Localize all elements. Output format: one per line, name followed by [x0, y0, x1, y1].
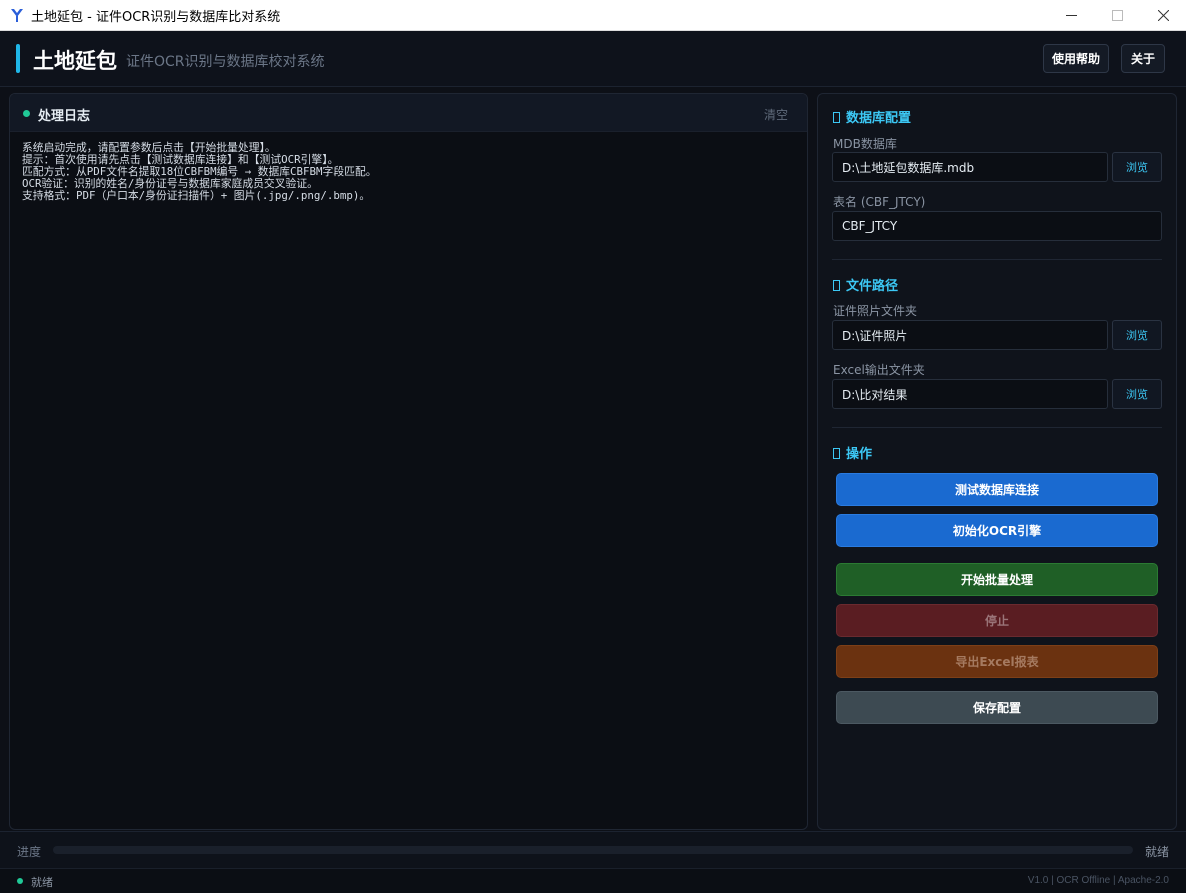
photo-folder-input[interactable]: D:\证件照片 — [832, 320, 1108, 350]
progress-label: 进度 — [17, 845, 42, 859]
section-divider — [832, 427, 1162, 428]
db-section-title: 数据库配置 — [833, 107, 911, 126]
stop-button[interactable]: 停止 — [836, 604, 1158, 637]
section-divider — [832, 259, 1162, 260]
section-square-icon — [833, 280, 840, 291]
status-bar: 就绪 V1.0 | OCR Offline | Apache-2.0 — [0, 868, 1186, 893]
status-text: 就绪 — [31, 876, 53, 889]
save-config-button[interactable]: 保存配置 — [836, 691, 1158, 724]
config-panel: 数据库配置 MDB数据库 D:\土地延包数据库.mdb 浏览 表名 (CBF_J… — [817, 93, 1177, 830]
clear-log-button[interactable]: 清空 — [764, 106, 788, 123]
section-square-icon — [833, 112, 840, 123]
ops-section-title: 操作 — [833, 443, 872, 462]
excel-browse-button[interactable]: 浏览 — [1112, 379, 1162, 409]
log-title: 处理日志 — [38, 109, 91, 124]
db-section-label: 数据库配置 — [846, 111, 912, 126]
app-logo-icon — [11, 9, 23, 22]
app-name: 土地延包 — [33, 49, 117, 73]
section-square-icon — [833, 448, 840, 459]
excel-folder-label: Excel输出文件夹 — [833, 363, 925, 377]
close-icon[interactable] — [1140, 0, 1186, 31]
app-subtitle: 证件OCR识别与数据库校对系统 — [126, 54, 325, 70]
help-button[interactable]: 使用帮助 — [1043, 44, 1109, 73]
status-dot — [17, 878, 23, 884]
export-excel-button[interactable]: 导出Excel报表 — [836, 645, 1158, 678]
photo-folder-label: 证件照片文件夹 — [833, 304, 918, 318]
table-name-input[interactable]: CBF_JTCY — [832, 211, 1162, 241]
table-name-label: 表名 (CBF_JTCY) — [833, 195, 926, 209]
mdb-path-input[interactable]: D:\土地延包数据库.mdb — [832, 152, 1108, 182]
version-info: V1.0 | OCR Offline | Apache-2.0 — [1027, 875, 1169, 886]
ops-section-label: 操作 — [846, 447, 873, 462]
app-header: 土地延包 证件OCR识别与数据库校对系统 使用帮助 关于 — [0, 31, 1186, 87]
test-db-button[interactable]: 测试数据库连接 — [836, 473, 1158, 506]
mdb-label: MDB数据库 — [833, 137, 897, 151]
progress-bar — [53, 846, 1133, 854]
photo-browse-button[interactable]: 浏览 — [1112, 320, 1162, 350]
header-accent-bar — [16, 44, 20, 73]
path-section-label: 文件路径 — [846, 279, 899, 294]
log-status-dot — [23, 110, 30, 117]
log-panel: 处理日志 清空 系统启动完成，请配置参数后点击【开始批量处理】。 提示：首次使用… — [9, 93, 808, 830]
excel-folder-input[interactable]: D:\比对结果 — [832, 379, 1108, 409]
maximize-icon[interactable] — [1094, 0, 1140, 31]
start-batch-button[interactable]: 开始批量处理 — [836, 563, 1158, 596]
progress-status: 就绪 — [1144, 845, 1169, 859]
window-titlebar: 土地延包 - 证件OCR识别与数据库比对系统 — [0, 0, 1186, 31]
log-header: 处理日志 清空 — [10, 94, 807, 132]
progress-row: 进度 就绪 — [0, 831, 1186, 868]
about-button[interactable]: 关于 — [1121, 44, 1165, 73]
log-output[interactable]: 系统启动完成，请配置参数后点击【开始批量处理】。 提示：首次使用请先点击【测试数… — [10, 132, 807, 212]
window-controls — [1048, 0, 1186, 31]
init-ocr-button[interactable]: 初始化OCR引擎 — [836, 514, 1158, 547]
mdb-browse-button[interactable]: 浏览 — [1112, 152, 1162, 182]
path-section-title: 文件路径 — [833, 275, 898, 294]
window-title: 土地延包 - 证件OCR识别与数据库比对系统 — [31, 9, 281, 25]
log-line: 支持格式：PDF（户口本/身份证扫描件）+ 图片(.jpg/.png/.bmp)… — [22, 189, 371, 202]
minimize-icon[interactable] — [1048, 0, 1094, 31]
